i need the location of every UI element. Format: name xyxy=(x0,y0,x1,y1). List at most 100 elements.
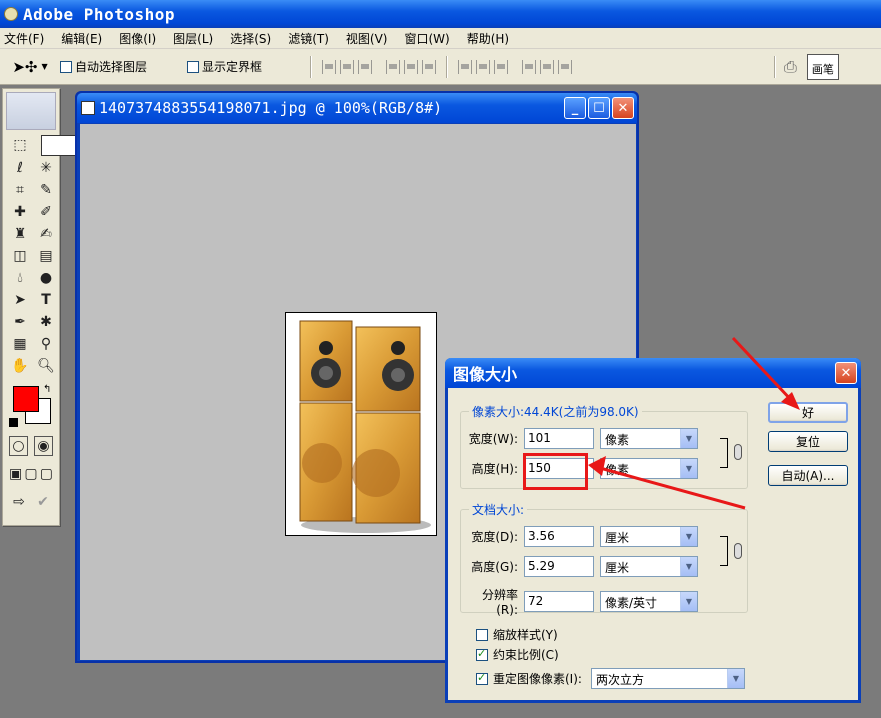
scale-styles-option[interactable]: 缩放样式(Y) xyxy=(476,626,558,643)
doc-width-input[interactable]: 3.56 xyxy=(524,526,594,547)
dodge-tool-icon[interactable]: ● xyxy=(35,268,57,288)
notes-tool-icon[interactable]: ▦ xyxy=(9,334,31,354)
type-tool-icon[interactable]: T xyxy=(35,290,57,310)
pixel-width-unit-select[interactable]: 像素 ▼ xyxy=(600,428,698,449)
distribute-left-icon[interactable] xyxy=(522,59,537,74)
resolution-row: 分辨率(R): 72 像素/英寸 ▼ xyxy=(462,586,698,617)
full-screen-menu-icon[interactable]: ▢ xyxy=(24,464,37,484)
palette-well-tab[interactable]: 画笔 xyxy=(806,53,839,80)
close-button[interactable]: ✕ xyxy=(612,97,634,119)
full-screen-icon[interactable]: ▢ xyxy=(40,464,53,484)
align-vcenter-icon[interactable] xyxy=(340,59,355,74)
healing-brush-tool-icon[interactable]: ✚ xyxy=(9,202,31,222)
default-colors-icon[interactable] xyxy=(9,418,18,427)
distribute-bottom-icon[interactable] xyxy=(494,59,509,74)
jump-to-imageready-icon[interactable]: ⇨ xyxy=(9,492,29,512)
magic-wand-tool-icon[interactable]: ✳ xyxy=(35,158,57,178)
auto-select-checkbox[interactable] xyxy=(60,60,72,73)
menu-bar: 文件(F) 编辑(E) 图像(I) 图层(L) 选择(S) 滤镜(T) 视图(V… xyxy=(0,28,881,49)
menu-filter[interactable]: 滤镜(T) xyxy=(288,30,329,47)
menu-window[interactable]: 窗口(W) xyxy=(404,30,449,47)
align-right-icon[interactable] xyxy=(422,59,437,74)
minimize-button[interactable]: _ xyxy=(564,97,586,119)
reset-button[interactable]: 复位 xyxy=(768,431,848,452)
align-left-icon[interactable] xyxy=(386,59,401,74)
distribute-top-icon[interactable] xyxy=(458,59,473,74)
constrain-proportions-checkbox[interactable] xyxy=(476,647,488,661)
quick-mask-mode-icon[interactable]: ◉ xyxy=(34,436,53,456)
resolution-input[interactable]: 72 xyxy=(524,591,594,612)
distribute-vcenter-icon[interactable] xyxy=(476,59,491,74)
menu-layer[interactable]: 图层(L) xyxy=(173,30,213,47)
tool-preset-picker[interactable]: ➤✣ ▼ xyxy=(0,58,60,76)
menu-help[interactable]: 帮助(H) xyxy=(467,30,509,47)
toolbox-header-feather-icon[interactable] xyxy=(6,92,56,130)
eraser-tool-icon[interactable]: ◫ xyxy=(9,246,31,266)
document-title-bar[interactable]: 1407374883554198071.jpg @ 100%(RGB/8#) _… xyxy=(77,93,637,123)
checkmark-icon: ✔ xyxy=(37,494,49,510)
zoom-tool-icon[interactable]: 🔍︎ xyxy=(35,356,57,376)
doc-height-unit-select[interactable]: 厘米 ▼ xyxy=(600,556,698,577)
path-selection-tool-icon[interactable]: ➤ xyxy=(9,290,31,310)
constrain-bracket xyxy=(720,536,728,566)
align-buttons xyxy=(320,59,438,74)
menu-edit[interactable]: 编辑(E) xyxy=(61,30,102,47)
align-top-icon[interactable] xyxy=(322,59,337,74)
resolution-unit-select[interactable]: 像素/英寸 ▼ xyxy=(600,591,698,612)
show-bounds-option[interactable]: 显示定界框 xyxy=(187,58,262,75)
chevron-down-icon: ▼ xyxy=(680,592,697,611)
lasso-tool-icon[interactable]: ℓ xyxy=(9,158,31,178)
scale-styles-checkbox[interactable] xyxy=(476,628,488,641)
doc-height-input[interactable]: 5.29 xyxy=(524,556,594,577)
clone-stamp-tool-icon[interactable]: ♜ xyxy=(9,224,31,244)
slice-tool-icon[interactable]: ✎ xyxy=(35,180,57,200)
pixel-width-input[interactable]: 101 xyxy=(524,428,594,449)
swap-colors-icon[interactable]: ↰ xyxy=(43,384,51,395)
doc-height-label: 高度(G): xyxy=(471,560,518,574)
eyedropper-tool-icon[interactable]: ⚲ xyxy=(35,334,57,354)
align-bottom-icon[interactable] xyxy=(358,59,373,74)
file-browser-icon[interactable]: ⎙ xyxy=(784,57,797,77)
distribute-hcenter-icon[interactable] xyxy=(540,59,555,74)
history-brush-tool-icon[interactable]: ✍ xyxy=(35,224,57,244)
dialog-title-bar[interactable]: 图像大小 ✕ xyxy=(445,358,861,388)
standard-mode-icon[interactable]: ○ xyxy=(9,436,28,456)
speaker-image[interactable] xyxy=(285,312,437,536)
ok-button[interactable]: 好 xyxy=(768,402,848,423)
distribute-right-icon[interactable] xyxy=(558,59,573,74)
maximize-button[interactable]: ☐ xyxy=(588,97,610,119)
chevron-down-icon: ▼ xyxy=(41,62,48,71)
foreground-color-swatch[interactable] xyxy=(13,386,39,412)
shape-tool-icon[interactable]: ✱ xyxy=(35,312,57,332)
hand-tool-icon[interactable]: ✋ xyxy=(9,356,31,376)
constrain-proportions-option[interactable]: 约束比例(C) xyxy=(476,646,559,663)
dialog-close-button[interactable]: ✕ xyxy=(835,362,857,384)
blur-tool-icon[interactable]: 💧︎ xyxy=(9,268,31,288)
doc-height-unit-value: 厘米 xyxy=(605,561,630,575)
resample-checkbox[interactable] xyxy=(476,671,488,685)
menu-image[interactable]: 图像(I) xyxy=(119,30,156,47)
pen-tool-icon[interactable]: ✒ xyxy=(9,312,31,332)
menu-file[interactable]: 文件(F) xyxy=(4,30,44,47)
standard-screen-icon[interactable]: ▣ xyxy=(9,464,22,484)
align-hcenter-icon[interactable] xyxy=(404,59,419,74)
show-bounds-checkbox[interactable] xyxy=(187,60,200,73)
doc-width-unit-value: 厘米 xyxy=(605,531,630,545)
constrain-bracket xyxy=(720,438,728,468)
pixel-height-unit-select[interactable]: 像素 ▼ xyxy=(600,458,698,479)
resample-method-select[interactable]: 两次立方 ▼ xyxy=(590,668,745,689)
menu-view[interactable]: 视图(V) xyxy=(346,30,388,47)
menu-select[interactable]: 选择(S) xyxy=(230,30,271,47)
doc-width-unit-select[interactable]: 厘米 ▼ xyxy=(600,526,698,547)
document-size-legend: 文档大小: xyxy=(472,503,525,517)
brush-tool-icon[interactable]: ✐ xyxy=(35,202,57,222)
resample-option[interactable]: 重定图像像素(I): 两次立方 ▼ xyxy=(476,668,745,689)
auto-select-layer-option[interactable]: 自动选择图层 xyxy=(60,58,147,75)
auto-button[interactable]: 自动(A)... xyxy=(768,465,848,486)
resolution-label: 分辨率(R): xyxy=(481,588,518,617)
marquee-tool-icon[interactable]: ⬚ xyxy=(9,135,31,155)
doc-height-row: 高度(G): 5.29 厘米 ▼ xyxy=(462,556,698,577)
gradient-tool-icon[interactable]: ▤ xyxy=(35,246,57,266)
crop-tool-icon[interactable]: ⌗ xyxy=(9,180,31,200)
screen-mode-buttons: ▣ ▢ ▢ xyxy=(3,460,59,488)
